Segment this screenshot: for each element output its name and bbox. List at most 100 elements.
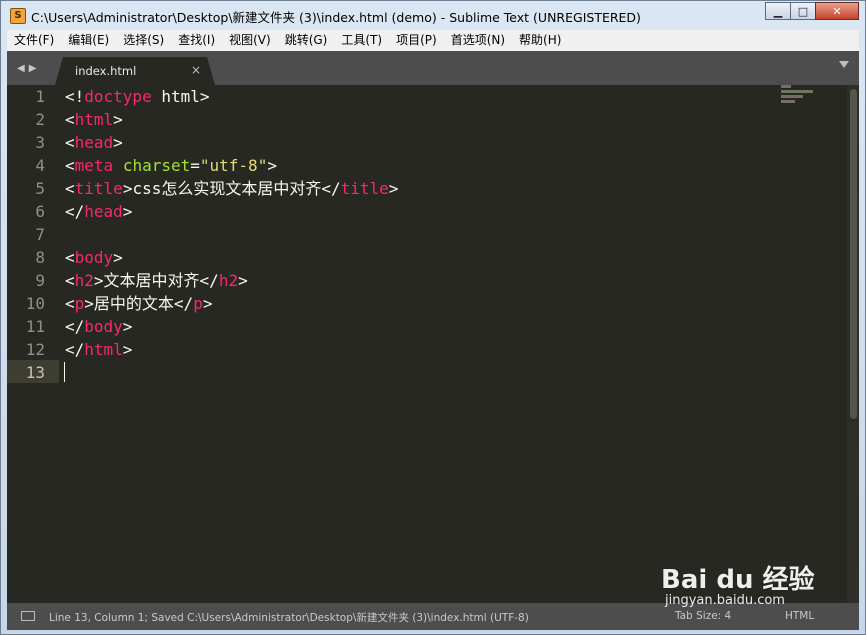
menu-selection[interactable]: 选择(S) bbox=[116, 30, 171, 51]
title-bar[interactable]: S C:\Users\Administrator\Desktop\新建文件夹 (… bbox=[1, 1, 865, 29]
code-line[interactable]: </body> bbox=[65, 315, 398, 338]
menu-goto[interactable]: 跳转(G) bbox=[278, 30, 335, 51]
line-number: 4 bbox=[35, 156, 45, 175]
code-token: > bbox=[122, 202, 133, 221]
code-token-tag: body bbox=[74, 248, 114, 267]
code-token: </ bbox=[65, 202, 85, 221]
code-token: > bbox=[388, 179, 399, 198]
code-line[interactable] bbox=[65, 223, 398, 246]
code-token: >css怎么实现文本居中对齐</ bbox=[122, 179, 341, 198]
line-number: 7 bbox=[35, 225, 45, 244]
code-token-tag: doctype bbox=[84, 87, 152, 106]
watermark-logo: Bai du 经验 bbox=[661, 565, 815, 595]
code-token-tag: h2 bbox=[74, 271, 94, 290]
window-controls: ▁ □ ✕ bbox=[765, 2, 859, 20]
code-token-tag: html bbox=[74, 110, 114, 129]
code-token: <! bbox=[65, 87, 85, 106]
code-line[interactable]: <head> bbox=[65, 131, 398, 154]
menu-edit[interactable]: 编辑(E) bbox=[61, 30, 116, 51]
code-token: < bbox=[65, 294, 75, 313]
tab-bar: ◀▶ index.html × bbox=[7, 51, 859, 85]
tab-label: index.html bbox=[75, 64, 137, 78]
code-area[interactable]: <!doctype html> <html> <head> <meta charset… bbox=[65, 85, 398, 384]
code-token-tag: p bbox=[74, 294, 85, 313]
code-token: < bbox=[65, 133, 75, 152]
menu-file[interactable]: 文件(F) bbox=[7, 30, 61, 51]
status-message: Line 13, Column 1; Saved C:\Users\Admini… bbox=[49, 612, 529, 624]
code-token: > bbox=[113, 133, 123, 152]
baidu-jingyan-watermark: Bai du 经验 jingyan.baidu.com bbox=[661, 541, 841, 611]
menu-project[interactable]: 项目(P) bbox=[389, 30, 444, 51]
line-number: 10 bbox=[25, 294, 45, 313]
watermark-url: jingyan.baidu.com bbox=[665, 593, 785, 608]
code-token: > bbox=[202, 294, 213, 313]
maximize-button[interactable]: □ bbox=[790, 2, 816, 20]
code-token: > bbox=[113, 248, 123, 267]
code-line[interactable]: <p>居中的文本</p> bbox=[65, 292, 398, 315]
code-token-tag: title bbox=[340, 179, 389, 198]
close-button[interactable]: ✕ bbox=[815, 2, 859, 20]
scrollbar-thumb[interactable] bbox=[850, 89, 857, 419]
tab-dropdown-icon[interactable] bbox=[839, 61, 849, 68]
code-token: < bbox=[65, 248, 75, 267]
code-token: < bbox=[65, 271, 75, 290]
code-token-tag: head bbox=[74, 133, 114, 152]
minimize-button[interactable]: ▁ bbox=[765, 2, 791, 20]
line-number: 3 bbox=[35, 133, 45, 152]
code-token: </ bbox=[65, 317, 85, 336]
code-token-tag: head bbox=[84, 202, 123, 221]
menu-tools[interactable]: 工具(T) bbox=[334, 30, 389, 51]
code-token-str: "utf-8" bbox=[199, 156, 268, 175]
code-line[interactable]: <meta charset="utf-8"> bbox=[65, 154, 398, 177]
line-number: 9 bbox=[35, 271, 45, 290]
menu-preferences[interactable]: 首选项(N) bbox=[444, 30, 512, 51]
line-number: 12 bbox=[25, 340, 45, 359]
code-token: < bbox=[65, 156, 75, 175]
panel-toggle-icon[interactable] bbox=[21, 611, 35, 621]
code-line[interactable]: <title>css怎么实现文本居中对齐</title> bbox=[65, 177, 398, 200]
menu-view[interactable]: 视图(V) bbox=[222, 30, 278, 51]
app-window: S C:\Users\Administrator\Desktop\新建文件夹 (… bbox=[0, 0, 866, 635]
line-number: 6 bbox=[35, 202, 45, 221]
code-line[interactable]: <body> bbox=[65, 246, 398, 269]
vertical-scrollbar[interactable] bbox=[847, 85, 859, 603]
line-number: 1 bbox=[35, 87, 45, 106]
code-token: = bbox=[190, 156, 200, 175]
line-number: 8 bbox=[35, 248, 45, 267]
code-line[interactable] bbox=[65, 361, 398, 384]
code-token-tag: title bbox=[74, 179, 123, 198]
window-title: C:\Users\Administrator\Desktop\新建文件夹 (3)… bbox=[31, 10, 641, 25]
syntax-indicator[interactable]: HTML bbox=[785, 610, 814, 622]
minimap[interactable] bbox=[781, 85, 821, 145]
code-token-tag: html bbox=[84, 340, 123, 359]
code-token-tag: body bbox=[84, 317, 123, 336]
menu-find[interactable]: 查找(I) bbox=[171, 30, 222, 51]
code-token-attr: charset bbox=[122, 156, 191, 175]
menu-help[interactable]: 帮助(H) bbox=[512, 30, 568, 51]
line-number: 2 bbox=[35, 110, 45, 129]
code-line[interactable]: <html> bbox=[65, 108, 398, 131]
code-token-tag: p bbox=[193, 294, 203, 313]
code-token: > bbox=[113, 110, 123, 129]
code-line[interactable]: <h2>文本居中对齐</h2> bbox=[65, 269, 398, 292]
line-number: 11 bbox=[25, 317, 45, 336]
code-token: html> bbox=[151, 87, 210, 106]
tab-nav-arrows-icon[interactable]: ◀▶ bbox=[17, 63, 40, 74]
code-line[interactable]: </head> bbox=[65, 200, 398, 223]
code-token: >文本居中对齐</ bbox=[93, 271, 219, 290]
code-token: > bbox=[267, 156, 277, 175]
code-token: > bbox=[122, 340, 133, 359]
code-token: < bbox=[65, 110, 75, 129]
tab-index-html[interactable]: index.html × bbox=[55, 57, 215, 85]
line-number: 13 bbox=[25, 363, 45, 382]
tab-close-icon[interactable]: × bbox=[191, 63, 201, 77]
code-line[interactable]: </html> bbox=[65, 338, 398, 361]
tab-size-indicator[interactable]: Tab Size: 4 bbox=[675, 610, 731, 622]
code-editor[interactable]: 1 2 3 4 5 6 7 8 9 10 11 12 13 <!doctype html> <html> <… bbox=[7, 85, 859, 603]
code-token: > bbox=[238, 271, 248, 290]
code-token: </ bbox=[65, 340, 85, 359]
line-number-gutter: 1 2 3 4 5 6 7 8 9 10 11 12 13 bbox=[7, 85, 55, 384]
code-token-tag: meta bbox=[74, 156, 114, 175]
code-line[interactable]: <!doctype html> bbox=[65, 85, 398, 108]
